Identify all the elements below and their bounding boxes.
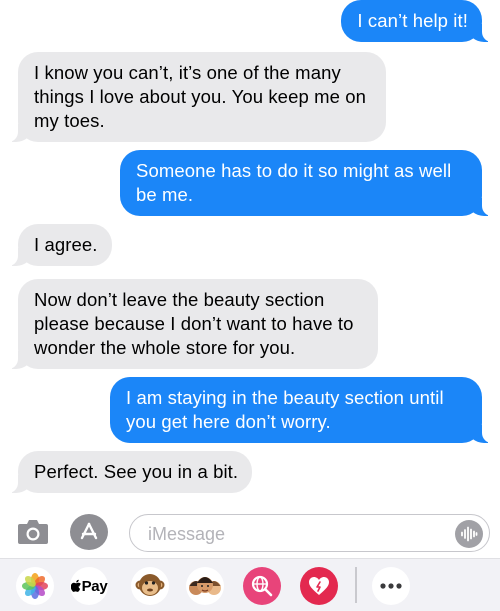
globe-search-icon [251, 575, 273, 597]
app-store-icon [80, 522, 98, 540]
received-message-bubble[interactable]: I agree. [6, 224, 112, 266]
monkey-memoji-icon [135, 574, 165, 596]
apple-pay-app-button[interactable]: Pay [70, 567, 108, 605]
sent-message-bubble[interactable]: Someone has to do it so might as well be… [120, 150, 494, 216]
camera-icon [18, 520, 48, 544]
memoji-group-icon [189, 577, 221, 595]
more-apps-button[interactable] [372, 567, 410, 605]
waveform-icon [461, 526, 478, 542]
ellipsis-icon [380, 583, 402, 589]
received-message-bubble[interactable]: Now don’t leave the beauty section pleas… [6, 279, 378, 369]
memoji-stickers-app-button[interactable] [131, 567, 169, 605]
imessage-input[interactable] [148, 524, 438, 544]
photos-icon [22, 573, 48, 599]
apple-pay-icon [70, 579, 81, 592]
image-search-app-button[interactable] [243, 567, 281, 605]
app-store-button[interactable] [70, 514, 108, 550]
voice-message-button[interactable] [455, 520, 483, 548]
imessage-app-drawer: Pay [0, 558, 500, 611]
message-composer [0, 506, 500, 558]
camera-button[interactable] [14, 516, 52, 548]
message-thread: I can’t help it! I know you can’t, it’s … [0, 0, 500, 506]
message-input-field[interactable] [129, 514, 490, 552]
sent-message-bubble[interactable]: I am staying in the beauty section until… [110, 377, 494, 443]
digital-touch-app-button[interactable] [300, 567, 338, 605]
sent-message-bubble[interactable]: I can’t help it! [341, 0, 494, 42]
drawer-divider [355, 567, 357, 603]
received-message-bubble[interactable]: I know you can’t, it’s one of the many t… [6, 52, 386, 142]
heart-touch-icon [309, 577, 329, 595]
received-message-bubble[interactable]: Perfect. See you in a bit. [5, 451, 253, 493]
memoji-app-button[interactable] [186, 567, 224, 605]
apple-pay-label: Pay [81, 577, 108, 595]
photos-app-button[interactable] [16, 567, 54, 605]
